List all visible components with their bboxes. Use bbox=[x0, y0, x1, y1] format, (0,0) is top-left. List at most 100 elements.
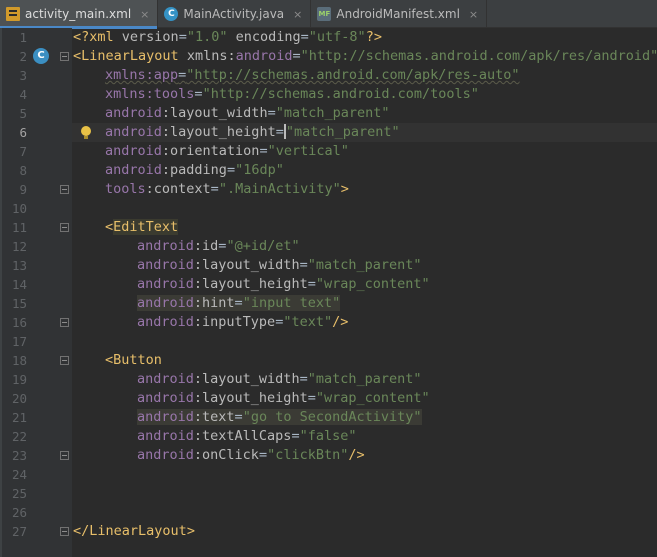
line-number: 8 bbox=[19, 163, 27, 178]
gutter-line: 1 bbox=[0, 28, 72, 47]
code-token: < bbox=[105, 219, 114, 235]
code-line[interactable]: <LinearLayout xmlns:android="http://sche… bbox=[72, 47, 657, 66]
line-number-gutter[interactable]: 1 2 C 3 4 5 6 7 8 9 10 11 12 13 14 15 16 17 18 19 20 21 22 23 24… bbox=[0, 28, 72, 557]
code-text: android:padding="16dp" bbox=[72, 162, 284, 178]
code-token: android bbox=[105, 143, 162, 159]
code-token: = bbox=[234, 409, 243, 425]
gutter-line: 21 bbox=[0, 408, 72, 427]
code-line[interactable]: android:layout_width="match_parent" bbox=[72, 256, 657, 275]
fold-toggle-icon[interactable] bbox=[60, 52, 69, 61]
code-token: :layout_width bbox=[161, 105, 268, 121]
code-token: "false" bbox=[299, 428, 357, 444]
code-line[interactable] bbox=[72, 503, 657, 522]
code-area[interactable]: <?xml version="1.0" encoding="utf-8"?> <L… bbox=[72, 28, 657, 557]
code-line[interactable]: android:inputType="text"/> bbox=[72, 313, 657, 332]
code-text: android:textAllCaps="false" bbox=[72, 428, 357, 444]
code-line[interactable]: android:layout_width="match_parent" bbox=[72, 370, 657, 389]
tab-androidmanifest-xml[interactable]: MF AndroidManifest.xml × bbox=[311, 0, 488, 28]
code-text: android:onClick="clickBtn"/> bbox=[72, 447, 365, 463]
code-token: = bbox=[194, 86, 203, 102]
ide-window: activity_main.xml × C MainActivity.java × MF A… bbox=[0, 0, 657, 557]
fold-toggle-icon[interactable] bbox=[60, 318, 69, 327]
line-number: 6 bbox=[19, 125, 27, 140]
code-token: android bbox=[105, 105, 162, 121]
code-token: android bbox=[137, 428, 194, 444]
code-token: xmlns:app bbox=[105, 67, 179, 83]
line-number: 11 bbox=[11, 220, 27, 235]
code-token: "vertical" bbox=[267, 143, 349, 159]
code-line[interactable]: <Button bbox=[72, 351, 657, 370]
code-line[interactable]: <EditText bbox=[72, 218, 657, 237]
line-number: 7 bbox=[19, 144, 27, 159]
fold-toggle-icon[interactable] bbox=[60, 223, 69, 232]
code-text: xmlns:app="http://schemas.android.com/ap… bbox=[72, 67, 520, 83]
code-line[interactable]: </LinearLayout> bbox=[72, 522, 657, 541]
code-token: :inputType bbox=[193, 314, 276, 330]
fold-toggle-icon[interactable] bbox=[60, 356, 69, 365]
code-line[interactable]: <?xml version="1.0" encoding="utf-8"?> bbox=[72, 28, 657, 47]
code-token: = bbox=[178, 29, 187, 45]
code-line[interactable]: android:text="go to SecondActivity" bbox=[72, 408, 657, 427]
gutter-line: 13 bbox=[0, 256, 72, 275]
code-line[interactable]: android:id="@+id/et" bbox=[72, 237, 657, 256]
gutter-line: 19 bbox=[0, 370, 72, 389]
code-token: :layout_height bbox=[193, 390, 308, 406]
code-line[interactable] bbox=[72, 199, 657, 218]
gutter-line: 23 bbox=[0, 446, 72, 465]
code-token: "wrap_content" bbox=[315, 390, 430, 406]
code-token: :orientation bbox=[161, 143, 260, 159]
tab-label: AndroidManifest.xml bbox=[336, 7, 460, 21]
code-line[interactable]: android:layout_width="match_parent" bbox=[72, 104, 657, 123]
code-line[interactable]: android:padding="16dp" bbox=[72, 161, 657, 180]
fold-toggle-icon[interactable] bbox=[60, 185, 69, 194]
line-number: 4 bbox=[19, 87, 27, 102]
tab-activity-main-xml[interactable]: activity_main.xml × bbox=[0, 0, 159, 29]
code-token: Button bbox=[113, 352, 162, 368]
line-number: 20 bbox=[11, 391, 27, 406]
code-line[interactable]: android:layout_height= "match_parent" bbox=[72, 123, 657, 142]
related-class-gutter-icon[interactable]: C bbox=[33, 48, 49, 64]
fold-toggle-icon[interactable] bbox=[60, 527, 69, 536]
close-tab-icon[interactable]: × bbox=[293, 8, 302, 21]
code-line[interactable]: android:layout_height="wrap_content" bbox=[72, 275, 657, 294]
code-text: android:layout_width="match_parent" bbox=[72, 257, 422, 273]
line-number: 18 bbox=[11, 353, 27, 368]
line-number: 3 bbox=[19, 68, 27, 83]
code-token: android bbox=[137, 238, 194, 254]
code-line[interactable] bbox=[72, 484, 657, 503]
code-line[interactable] bbox=[72, 332, 657, 351]
code-token: :onClick bbox=[193, 447, 259, 463]
code-text: </LinearLayout> bbox=[72, 523, 195, 539]
line-number: 14 bbox=[11, 277, 27, 292]
code-text: android:layout_width="match_parent" bbox=[72, 105, 390, 121]
fold-toggle-icon[interactable] bbox=[60, 451, 69, 460]
code-line[interactable]: android:onClick="clickBtn"/> bbox=[72, 446, 657, 465]
code-line[interactable]: android:hint="input text" bbox=[72, 294, 657, 313]
gutter-line: 2C bbox=[0, 47, 72, 66]
code-editor[interactable]: 1 2 C 3 4 5 6 7 8 9 10 11 12 13 14 15 16 17 18 19 20 21 22 23 24… bbox=[0, 28, 657, 557]
code-line[interactable]: android:orientation="vertical" bbox=[72, 142, 657, 161]
code-token: > bbox=[186, 523, 195, 539]
code-line[interactable]: xmlns:tools="http://schemas.android.com/… bbox=[72, 85, 657, 104]
code-line[interactable] bbox=[72, 465, 657, 484]
code-line[interactable]: android:textAllCaps="false" bbox=[72, 427, 657, 446]
intention-bulb-icon[interactable] bbox=[81, 126, 91, 139]
code-line[interactable]: xmlns:app="http://schemas.android.com/ap… bbox=[72, 66, 657, 85]
code-token: "http://schemas.android.com/tools" bbox=[202, 86, 479, 102]
tab-label: activity_main.xml bbox=[25, 7, 132, 21]
line-number: 26 bbox=[11, 505, 27, 520]
code-token: :id bbox=[193, 238, 219, 254]
code-token: :context bbox=[145, 181, 211, 197]
code-token: android bbox=[137, 276, 194, 292]
code-token: :layout_height bbox=[161, 124, 276, 140]
code-token: android bbox=[137, 409, 194, 425]
close-tab-icon[interactable]: × bbox=[469, 8, 478, 21]
tab-mainactivity-java[interactable]: C MainActivity.java × bbox=[158, 0, 312, 28]
gutter-line: 16 bbox=[0, 313, 72, 332]
code-token: LinearLayout bbox=[81, 48, 187, 64]
code-line[interactable]: android:layout_height="wrap_content" bbox=[72, 389, 657, 408]
close-tab-icon[interactable]: × bbox=[140, 8, 149, 21]
java-class-icon: C bbox=[164, 7, 179, 21]
code-line[interactable]: tools:context=".MainActivity"> bbox=[72, 180, 657, 199]
editor-tab-bar: activity_main.xml × C MainActivity.java × MF A… bbox=[0, 0, 657, 29]
